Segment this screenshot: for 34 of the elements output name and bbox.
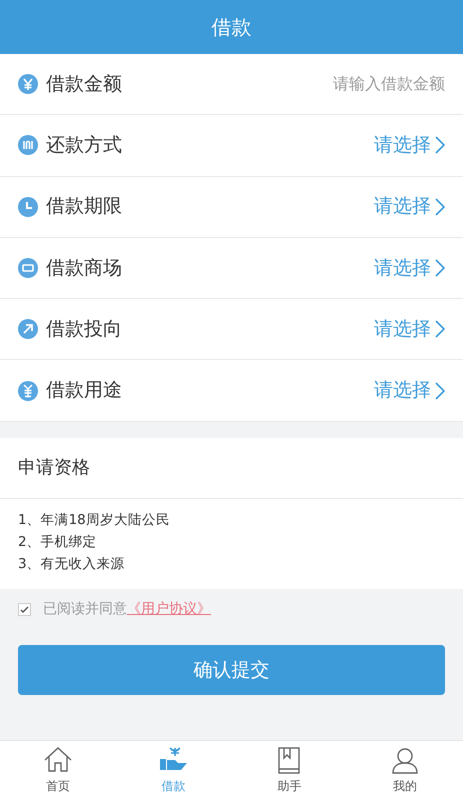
chevron-icon [435, 320, 445, 338]
chevron-icon [435, 136, 445, 154]
field-label: 借款期限 [46, 194, 122, 220]
field-label: 借款金额 [46, 72, 122, 97]
select-link[interactable]: 请选择 [374, 131, 445, 160]
field-label: 借款用途 [46, 378, 122, 404]
field-label: 借款投向 [46, 317, 122, 342]
select-link[interactable]: 请选择 [374, 254, 445, 282]
chevron-icon [435, 382, 445, 400]
tab-button[interactable]: 借款 [116, 741, 232, 800]
chevron-icon [435, 198, 445, 216]
select-link[interactable]: 请选择 [374, 192, 445, 221]
requirement-text: 2、手机绑定 [18, 532, 98, 552]
tab-button[interactable]: 我的 [347, 741, 463, 800]
agreement-link[interactable]: 《用户协议》 [127, 599, 211, 620]
page-title: 借款 [212, 14, 252, 41]
requirement-text: 1、年满18周岁大陆公民 [18, 510, 171, 530]
chevron-icon [435, 259, 445, 278]
requirement-text: 3、有无收入来源 [18, 554, 126, 574]
tab-button[interactable]: 助手 [232, 741, 348, 800]
field-label: 借款商场 [46, 256, 122, 281]
store-icon [18, 258, 38, 278]
select-link[interactable]: 请选择 [374, 376, 445, 405]
submit-button[interactable]: 确认提交 [18, 644, 445, 695]
yen-icon [18, 74, 38, 94]
clock-icon [18, 196, 38, 217]
amount-field[interactable]: 请输入借款金额 [285, 72, 445, 96]
tab-button[interactable]: 首页 [0, 741, 116, 800]
section-title: 申请资格 [18, 456, 90, 480]
select-link[interactable]: 请选择 [374, 315, 445, 344]
agreement-text: 已阅读并同意 [43, 600, 127, 620]
yen-icon [18, 380, 38, 401]
agree-checkbox[interactable] [18, 603, 31, 616]
field-label: 还款方式 [46, 133, 122, 158]
